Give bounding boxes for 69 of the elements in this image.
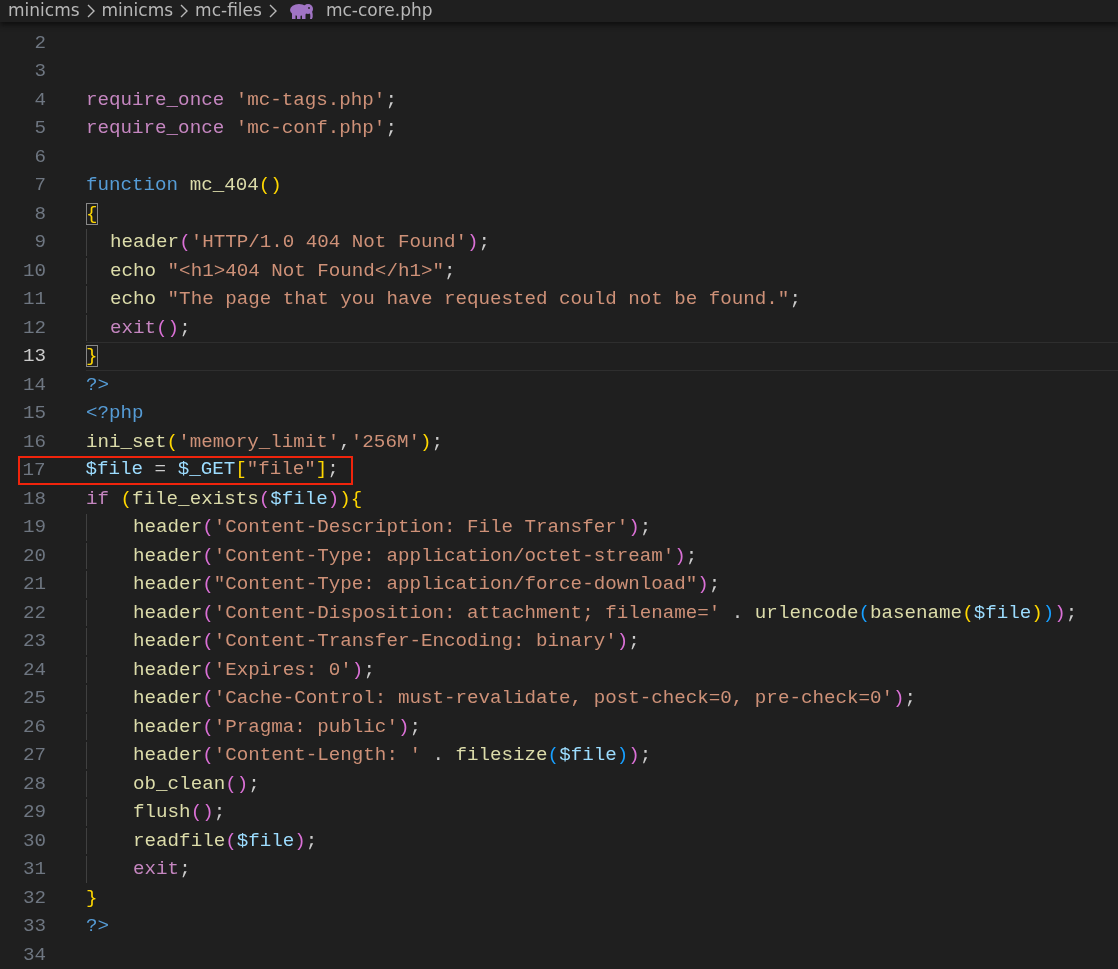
code-line: header('Cache-Control: must-revalidate, post-check=0, pre-check=0'); bbox=[86, 684, 1118, 713]
line-number: 7 bbox=[34, 173, 47, 199]
line-number: 30 bbox=[22, 828, 47, 854]
file-breadcrumb[interactable]: mc-core.php bbox=[325, 0, 433, 24]
code-line: header('Content-Description: File Transfer'); bbox=[86, 513, 1118, 542]
code-line: <?php bbox=[86, 401, 145, 427]
line-number: 5 bbox=[34, 116, 47, 142]
line-number: 31 bbox=[22, 857, 47, 883]
line-number: 23 bbox=[22, 629, 47, 655]
line-number: 2 bbox=[34, 30, 47, 56]
line-number: 28 bbox=[22, 771, 47, 797]
line-number: 27 bbox=[22, 743, 47, 769]
line-number: 9 bbox=[34, 230, 47, 256]
line-number: 18 bbox=[22, 486, 47, 512]
line-number: 11 bbox=[22, 287, 47, 313]
code-line: header('HTTP/1.0 404 Not Found'); bbox=[86, 228, 1118, 257]
code-line: ob_clean(); bbox=[86, 769, 1118, 799]
code-line: ini_set('memory_limit','256M'); bbox=[86, 429, 444, 455]
line-number: 16 bbox=[22, 429, 47, 455]
code-line: header("Content-Type: application/force-download"); bbox=[86, 570, 1118, 599]
code-line: exit(); bbox=[86, 313, 1118, 343]
code-line: } bbox=[86, 885, 99, 911]
line-number: 12 bbox=[22, 315, 47, 341]
chevron-icon bbox=[85, 4, 96, 18]
code-line: header('Content-Type: application/octet-stream'); bbox=[86, 541, 1118, 571]
folder-breadcrumb[interactable]: minicms bbox=[101, 0, 174, 24]
code-line: echo "The page that you have requested could not be found."; bbox=[86, 285, 1118, 314]
line-number: 33 bbox=[22, 914, 47, 940]
code-line: header('Content-Length: ' . filesize($file)); bbox=[86, 741, 1118, 770]
code-line: require_once 'mc-conf.php'; bbox=[86, 116, 398, 142]
line-number: 15 bbox=[22, 401, 47, 427]
code-line: require_once 'mc-tags.php'; bbox=[86, 87, 398, 113]
folder-breadcrumb[interactable]: mc-files bbox=[195, 0, 262, 24]
chevron-icon bbox=[179, 4, 190, 18]
line-number: 8 bbox=[34, 201, 47, 227]
code-line: exit; bbox=[86, 855, 1118, 884]
code-line: $file = $_GET["file"]; bbox=[85, 458, 340, 483]
line-number: 13 bbox=[22, 344, 47, 370]
code-line: flush(); bbox=[86, 798, 1118, 827]
code-line: function mc_404() bbox=[86, 173, 283, 199]
code-line: { bbox=[86, 201, 99, 227]
line-number: 4 bbox=[34, 87, 47, 113]
code-line: header('Content-Disposition: attachment; filename=' . urlencode(basename($file))); bbox=[86, 598, 1118, 628]
line-number: 32 bbox=[22, 885, 47, 911]
code-line: echo "<h1>404 Not Found</h1>"; bbox=[86, 256, 1118, 286]
line-number: 34 bbox=[22, 942, 47, 968]
code-line: if (file_exists($file)){ bbox=[86, 486, 364, 512]
line-number: 6 bbox=[34, 144, 47, 170]
folder-breadcrumb[interactable]: minicms bbox=[8, 0, 80, 24]
line-number: 19 bbox=[22, 515, 47, 541]
line-number: 17 bbox=[22, 458, 47, 483]
line-number: 10 bbox=[22, 258, 47, 284]
line-number: 26 bbox=[22, 714, 47, 740]
code-line: } bbox=[86, 342, 1118, 371]
line-number: 25 bbox=[22, 686, 47, 712]
code-line: header('Expires: 0'); bbox=[86, 655, 1118, 685]
code-line: header('Content-Transfer-Encoding: binary'); bbox=[86, 627, 1118, 656]
code-line: header('Pragma: public'); bbox=[86, 712, 1118, 742]
line-number: 20 bbox=[22, 543, 47, 569]
code-line: ?> bbox=[86, 372, 111, 398]
line-number: 21 bbox=[22, 572, 47, 598]
chevron-icon bbox=[267, 4, 278, 18]
line-number: 24 bbox=[22, 657, 47, 683]
code-line: readfile($file); bbox=[86, 826, 1118, 856]
line-number: 3 bbox=[34, 59, 47, 85]
line-number: 14 bbox=[22, 372, 47, 398]
line-number: 29 bbox=[22, 800, 47, 826]
code-line: ?> bbox=[86, 914, 111, 940]
line-number: 22 bbox=[22, 600, 47, 626]
